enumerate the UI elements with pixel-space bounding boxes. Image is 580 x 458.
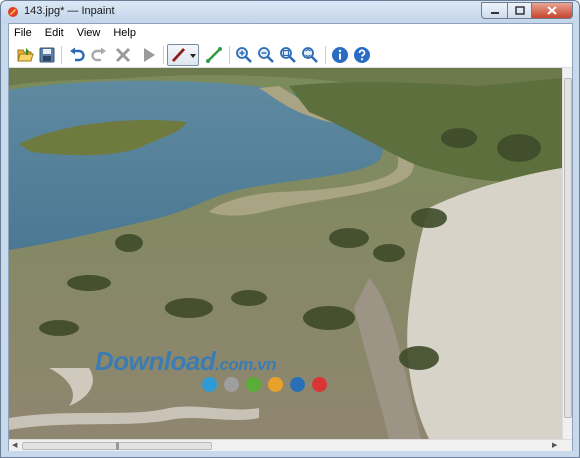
vertical-scrollbar[interactable] — [562, 68, 572, 439]
watermark-dot — [246, 377, 261, 392]
watermark-dot — [312, 377, 327, 392]
save-icon — [39, 47, 55, 63]
menu-file[interactable]: File — [14, 27, 32, 39]
title-bar[interactable]: 143.jpg* — Inpaint — [1, 1, 579, 23]
toolbar-separator — [61, 46, 62, 64]
line-icon — [206, 47, 222, 63]
zoom-in-button[interactable] — [233, 44, 255, 66]
watermark-logo: Download.com.vn — [95, 346, 276, 377]
clear-button[interactable] — [112, 44, 134, 66]
scroll-right-arrow-icon[interactable]: ▶ — [552, 441, 557, 449]
zoom-fit-icon — [280, 47, 296, 63]
watermark-dot — [224, 377, 239, 392]
help-button[interactable] — [351, 44, 373, 66]
zoom-in-icon — [236, 47, 252, 63]
toolbar-separator — [229, 46, 230, 64]
zoom-out-button[interactable] — [255, 44, 277, 66]
zoom-actual-icon — [302, 47, 318, 63]
window-controls — [481, 2, 573, 19]
zoom-actual-button[interactable] — [299, 44, 321, 66]
maximize-button[interactable] — [507, 2, 531, 19]
watermark-domain: .com.vn — [215, 355, 276, 374]
menu-view[interactable]: View — [77, 27, 101, 39]
vertical-scrollbar-thumb[interactable] — [564, 78, 572, 418]
close-icon — [547, 6, 557, 15]
undo-button[interactable] — [66, 44, 88, 66]
chevron-down-icon — [190, 54, 196, 58]
run-button[interactable] — [138, 44, 160, 66]
inpaint-app-icon — [8, 7, 18, 17]
window-title: 143.jpg* — Inpaint — [24, 5, 115, 17]
minimize-button[interactable] — [481, 2, 507, 19]
open-button[interactable] — [14, 44, 36, 66]
client-area: File Edit View Help Download.com.vn ◀ ||… — [8, 23, 573, 451]
watermark-main: Download — [95, 346, 216, 376]
clear-icon — [115, 47, 131, 63]
watermark-dot — [268, 377, 283, 392]
help-icon — [354, 47, 370, 63]
redo-button[interactable] — [88, 44, 110, 66]
open-icon — [17, 48, 34, 62]
close-button[interactable] — [531, 2, 573, 19]
marker-tool-dropdown[interactable] — [167, 44, 199, 66]
zoom-out-icon — [258, 47, 274, 63]
toolbar-separator — [325, 46, 326, 64]
info-button[interactable] — [329, 44, 351, 66]
app-window: 143.jpg* — Inpaint File Edit View Help D… — [0, 0, 580, 458]
watermark-dot — [290, 377, 305, 392]
image-canvas[interactable]: Download.com.vn — [9, 68, 572, 439]
save-button[interactable] — [36, 44, 58, 66]
watermark-dots — [202, 377, 334, 392]
undo-icon — [70, 47, 85, 62]
menu-edit[interactable]: Edit — [45, 27, 64, 39]
menu-help[interactable]: Help — [113, 27, 136, 39]
toolbar — [9, 42, 572, 68]
run-icon — [144, 48, 155, 62]
minimize-icon — [490, 11, 499, 14]
marker-icon — [171, 47, 186, 63]
horizontal-scrollbar[interactable]: ◀ ||| ▶ — [9, 439, 572, 451]
horizontal-scrollbar-thumb[interactable]: ||| — [22, 442, 212, 450]
watermark-dot — [202, 377, 217, 392]
menu-bar: File Edit View Help — [9, 24, 572, 42]
line-tool-button[interactable] — [203, 44, 225, 66]
info-icon — [332, 47, 348, 63]
maximize-icon — [514, 6, 525, 15]
toolbar-separator — [163, 46, 164, 64]
redo-icon — [91, 47, 106, 62]
scrollbar-grip: ||| — [115, 442, 120, 450]
zoom-fit-button[interactable] — [277, 44, 299, 66]
scroll-left-arrow-icon[interactable]: ◀ — [12, 441, 17, 449]
